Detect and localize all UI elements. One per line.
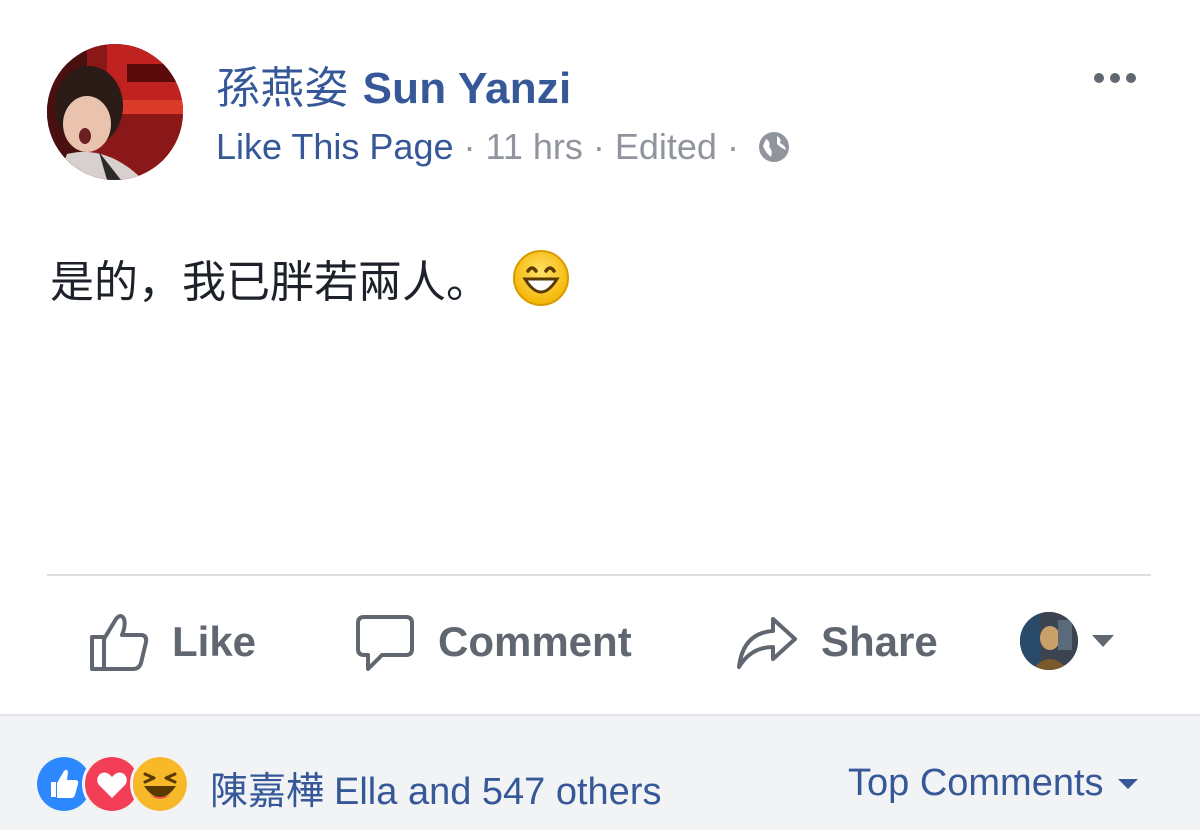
reactors-summary[interactable]: 陳嘉樺 Ella and 547 others [210,760,661,815]
like-button[interactable]: Like [88,606,256,678]
like-page-link[interactable]: Like This Page [216,126,453,168]
separator: · [463,126,476,167]
post-text: 是的，我已胖若兩人。 [50,246,570,310]
reactor-name-cjk[interactable]: 陳嘉樺 [210,769,324,813]
edited-label[interactable]: Edited [615,126,717,168]
separator: · [592,126,605,167]
reactor-others[interactable]: Ella and 547 others [334,771,661,813]
post-timestamp[interactable]: 11 hrs [485,126,582,168]
speech-bubble-icon [356,615,414,671]
comment-label[interactable]: Comment [438,618,632,666]
sort-label[interactable]: Top Comments [848,762,1104,805]
like-label[interactable]: Like [172,618,256,666]
more-options-icon[interactable] [1090,64,1140,92]
thumbs-up-icon [90,614,149,671]
page-name-latin[interactable]: Sun Yanzi [363,64,572,113]
top-comments-dropdown[interactable]: Top Comments [848,762,1140,805]
post-meta: Like This Page · 11 hrs · Edited · [216,126,791,168]
share-arrow-icon [737,617,797,669]
page-name-cjk[interactable]: 孫燕姿 [216,63,349,114]
chevron-down-icon [1092,635,1114,647]
separator: · [726,126,739,167]
divider [47,574,1151,576]
react-as-selector[interactable] [1020,612,1116,670]
reactions-footer: 陳嘉樺 Ella and 547 others Top Comments [0,714,1200,830]
page-avatar[interactable] [47,44,183,180]
page-name[interactable]: 孫燕姿 Sun Yanzi [216,52,571,116]
globe-icon[interactable] [757,130,791,164]
reaction-icons[interactable] [34,754,190,814]
comment-button[interactable]: Comment [354,606,632,678]
post-text-content: 是的，我已胖若兩人。 [50,257,490,308]
grinning-face-emoji [512,249,570,307]
share-button[interactable]: Share [735,606,938,678]
share-label[interactable]: Share [821,618,938,666]
post-card: 孫燕姿 Sun Yanzi Like This Page · 11 hrs · E… [0,0,1200,830]
avatar [1020,612,1078,670]
haha-reaction-icon[interactable] [130,754,190,814]
chevron-down-icon [1117,778,1138,789]
